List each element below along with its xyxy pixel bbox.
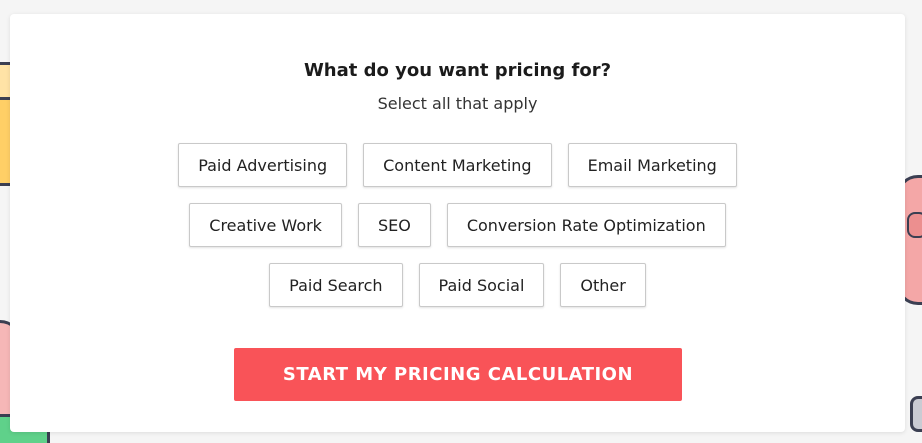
option-paid-social[interactable]: Paid Social	[418, 263, 545, 307]
decorative-illustration-right-bottom	[910, 396, 922, 432]
option-paid-search[interactable]: Paid Search	[269, 263, 403, 307]
card-title: What do you want pricing for?	[303, 60, 612, 81]
option-other[interactable]: Other	[560, 263, 646, 307]
page: What do you want pricing for? Select all…	[0, 0, 922, 443]
start-pricing-calculation-button[interactable]: START MY PRICING CALCULATION	[234, 348, 682, 401]
option-content-marketing[interactable]: Content Marketing	[363, 143, 552, 187]
option-email-marketing[interactable]: Email Marketing	[567, 143, 737, 187]
options-row-2: Creative Work SEO Conversion Rate Optimi…	[10, 203, 905, 247]
option-conversion-rate-optimization[interactable]: Conversion Rate Optimization	[446, 203, 726, 247]
option-seo[interactable]: SEO	[357, 203, 431, 247]
option-paid-advertising[interactable]: Paid Advertising	[178, 143, 348, 187]
options-row-1: Paid Advertising Content Marketing Email…	[10, 143, 905, 187]
options-row-3: Paid Search Paid Social Other	[10, 263, 905, 307]
pricing-card: What do you want pricing for? Select all…	[10, 14, 905, 432]
card-subtitle: Select all that apply	[377, 94, 538, 113]
option-creative-work[interactable]: Creative Work	[189, 203, 342, 247]
